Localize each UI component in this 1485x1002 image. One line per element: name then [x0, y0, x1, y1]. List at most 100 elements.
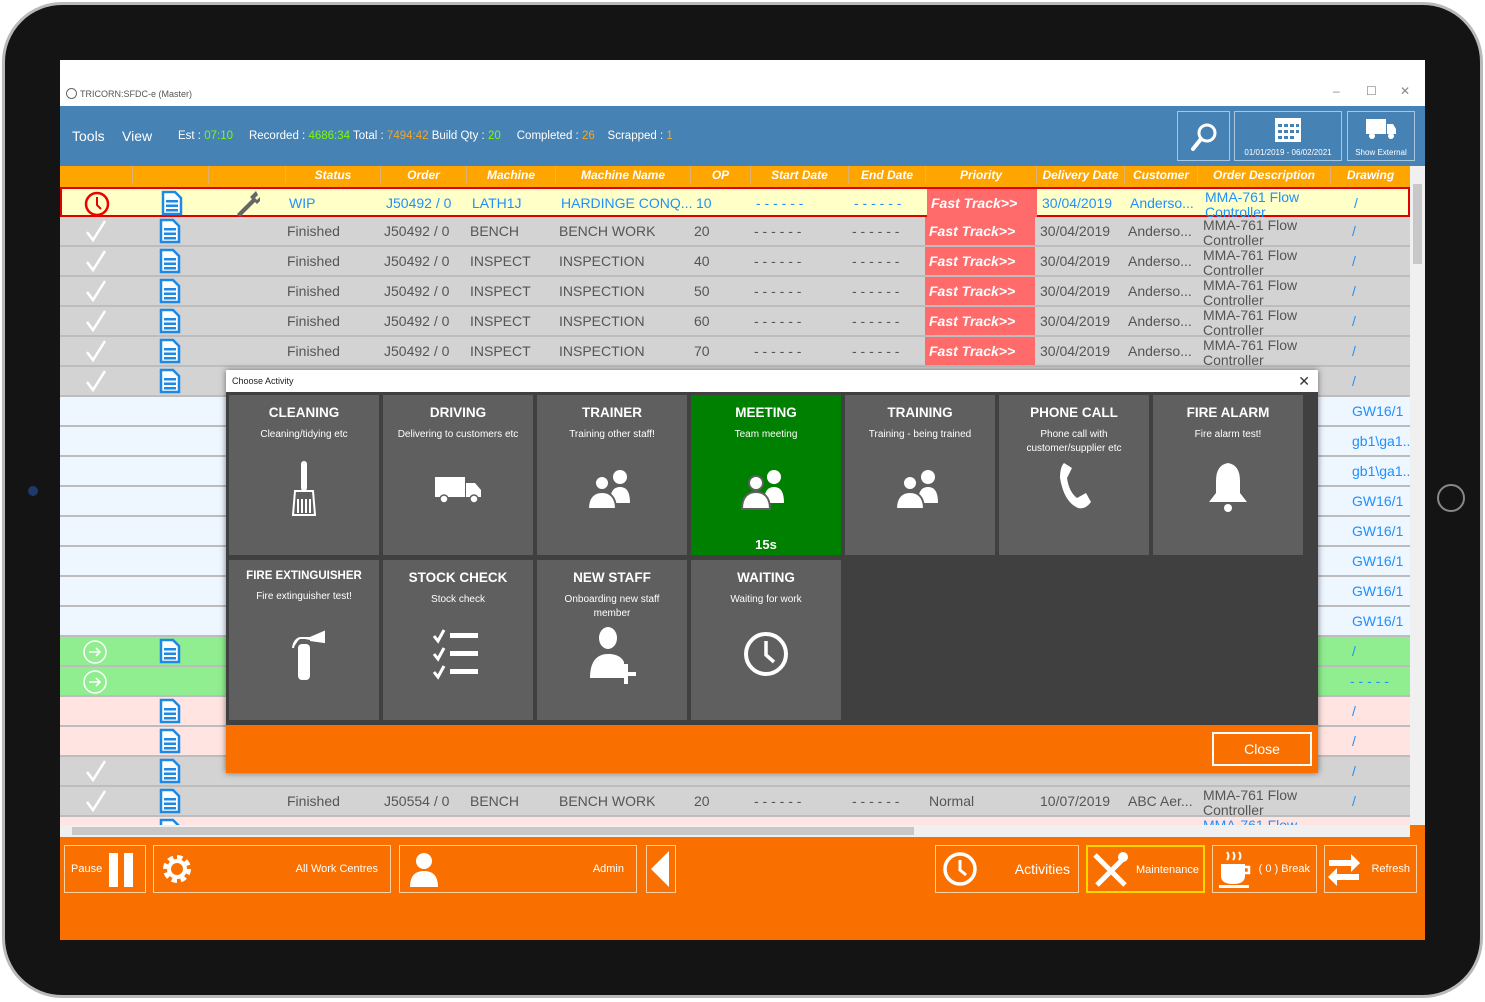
- close-window-button[interactable]: ✕: [1400, 84, 1410, 98]
- document-icon[interactable]: [161, 190, 183, 219]
- column-header-customer[interactable]: Customer: [1124, 166, 1197, 184]
- cell-drawing: gb1\ga1...: [1352, 463, 1410, 479]
- cell-machine: INSPECT: [470, 253, 531, 269]
- collapse-button[interactable]: [646, 845, 676, 893]
- document-icon[interactable]: [159, 638, 181, 667]
- maintenance-button[interactable]: Maintenance: [1086, 845, 1205, 893]
- column-header-priority[interactable]: Priority: [925, 166, 1036, 184]
- cell-machine-name: INSPECTION: [559, 313, 645, 329]
- column-header-drawing[interactable]: Drawing: [1330, 166, 1410, 184]
- activity-tile-fire-alarm[interactable]: FIRE ALARM Fire alarm test!: [1153, 395, 1303, 555]
- app-window: TRICORN:SFDC-e (Master) – ☐ ✕ Tools View…: [60, 60, 1425, 940]
- column-header-op[interactable]: OP: [690, 166, 750, 184]
- check-icon: [84, 339, 108, 366]
- document-icon[interactable]: [159, 698, 181, 727]
- arrow-circle-icon[interactable]: [82, 639, 108, 668]
- check-icon: [84, 789, 108, 816]
- cell-order-description: MMA-761 Flow Controller: [1203, 308, 1298, 336]
- show-external-button[interactable]: Show External: [1347, 111, 1415, 161]
- document-icon[interactable]: [159, 218, 181, 247]
- document-icon[interactable]: [159, 278, 181, 307]
- search-button[interactable]: [1177, 111, 1230, 161]
- column-header-order-description[interactable]: Order Description: [1197, 166, 1330, 184]
- activity-tile-new-staff[interactable]: NEW STAFF Onboarding new staff member: [537, 560, 687, 720]
- cell-drawing: /: [1352, 643, 1356, 659]
- truck-icon: [1366, 119, 1396, 139]
- table-row[interactable]: Finished J50492 / 0 INSPECT INSPECTION 40 - -…: [60, 247, 1410, 277]
- cell-order: J50492 / 0: [384, 223, 450, 239]
- document-icon[interactable]: [159, 788, 181, 817]
- activities-button[interactable]: Activities: [935, 845, 1079, 893]
- wrench-icon[interactable]: [232, 189, 260, 220]
- arrow-circle-icon[interactable]: [82, 669, 108, 698]
- work-centres-button[interactable]: All Work Centres: [153, 845, 391, 893]
- activity-tile-driving[interactable]: DRIVING Delivering to customers etc: [383, 395, 533, 555]
- table-row[interactable]: Finished J50492 / 0 INSPECT INSPECTION 50 - -…: [60, 277, 1410, 307]
- activity-tile-trainer[interactable]: TRAINER Training other staff!: [537, 395, 687, 555]
- cell-op: 70: [694, 343, 710, 359]
- activity-tile-meeting[interactable]: MEETING Team meeting 15s: [691, 395, 841, 555]
- column-header-machine-name[interactable]: Machine Name: [555, 166, 690, 184]
- activity-tile-stock-check[interactable]: STOCK CHECK Stock check: [383, 560, 533, 720]
- vertical-scrollbar[interactable]: [1410, 166, 1425, 825]
- dialog-close-icon[interactable]: ✕: [1298, 370, 1310, 392]
- cell-machine-name: INSPECTION: [559, 343, 645, 359]
- build-qty-value: 20: [487, 130, 501, 142]
- maximize-button[interactable]: ☐: [1366, 84, 1377, 98]
- cell-start: - - - - - -: [754, 223, 802, 239]
- cell-op: 20: [694, 793, 710, 809]
- cell-drawing: GW16/1: [1352, 553, 1404, 569]
- column-header-order[interactable]: Order: [380, 166, 466, 184]
- table-row[interactable]: Finished J50492 / 0 BENCH BENCH WORK 20 - - -…: [60, 217, 1410, 247]
- document-icon[interactable]: [159, 758, 181, 787]
- column-header-delivery-date[interactable]: Delivery Date: [1036, 166, 1124, 184]
- menu-view[interactable]: View: [122, 128, 152, 144]
- activity-tile-phone-call[interactable]: PHONE CALL Phone call with customer/suppl…: [999, 395, 1149, 555]
- cell-drawing: /: [1352, 733, 1356, 749]
- break-button[interactable]: ( 0 ) Break: [1212, 845, 1317, 893]
- cell-order: J50492 / 0: [386, 195, 452, 211]
- cell-drawing: GW16/1: [1352, 403, 1404, 419]
- cell-machine: INSPECT: [470, 283, 531, 299]
- recorded-label: Recorded :: [248, 130, 306, 142]
- table-row[interactable]: MMA-761 Flow: [60, 817, 1410, 825]
- user-button[interactable]: Admin: [399, 845, 637, 893]
- cell-customer: Anderso...: [1128, 253, 1192, 269]
- refresh-button[interactable]: Refresh: [1324, 845, 1417, 893]
- table-row[interactable]: Finished J50492 / 0 INSPECT INSPECTION 60 - -…: [60, 307, 1410, 337]
- column-header-status[interactable]: Status: [285, 166, 380, 184]
- document-icon[interactable]: [159, 308, 181, 337]
- cell-start: - - - - - -: [754, 253, 802, 269]
- document-icon[interactable]: [159, 338, 181, 367]
- table-row[interactable]: Finished J50492 / 0 INSPECT INSPECTION 70 - -…: [60, 337, 1410, 367]
- table-row[interactable]: WIP J50492 / 0 LATH1J HARDINGE CONQ... 10 - -…: [60, 187, 1410, 220]
- close-button[interactable]: Close: [1212, 732, 1312, 766]
- menu-tools[interactable]: Tools: [72, 128, 105, 144]
- activity-name: PHONE CALL: [1030, 405, 1118, 420]
- horizontal-scrollbar[interactable]: [60, 825, 1410, 837]
- document-icon[interactable]: [159, 818, 181, 825]
- table-row[interactable]: Finished J50554 / 0 BENCH BENCH WORK 20 - - -…: [60, 787, 1410, 817]
- clock-icon[interactable]: [84, 191, 110, 220]
- document-icon[interactable]: [159, 368, 181, 397]
- activity-description: Phone call with customer/supplier etc: [1026, 429, 1122, 454]
- column-header-start-date[interactable]: Start Date: [750, 166, 848, 184]
- minimize-button[interactable]: –: [1333, 84, 1340, 98]
- column-header-end-date[interactable]: End Date: [848, 166, 925, 184]
- home-button[interactable]: [1437, 484, 1465, 512]
- column-header-machine[interactable]: Machine: [466, 166, 555, 184]
- cell-order-description: MMA-761 Flow Controller: [1203, 788, 1298, 816]
- total-label: Total :: [353, 130, 384, 142]
- date-range-button[interactable]: 01/01/2019 - 06/02/2021: [1234, 111, 1342, 161]
- pause-button[interactable]: Pause: [64, 845, 146, 893]
- activity-description: Delivering to customers etc: [397, 429, 519, 440]
- activity-tile-fire-extinguisher[interactable]: FIRE EXTINGUISHER Fire extinguisher test!: [229, 560, 379, 720]
- document-icon[interactable]: [159, 728, 181, 757]
- build-qty-label: Build Qty :: [431, 130, 485, 142]
- activity-tile-cleaning[interactable]: CLEANING Cleaning/tidying etc: [229, 395, 379, 555]
- activity-tile-training[interactable]: TRAINING Training - being trained: [845, 395, 995, 555]
- document-icon[interactable]: [159, 248, 181, 277]
- activity-tile-waiting[interactable]: WAITING Waiting for work: [691, 560, 841, 720]
- user-icon: [410, 853, 438, 887]
- cell-delivery: 30/04/2019: [1040, 313, 1111, 329]
